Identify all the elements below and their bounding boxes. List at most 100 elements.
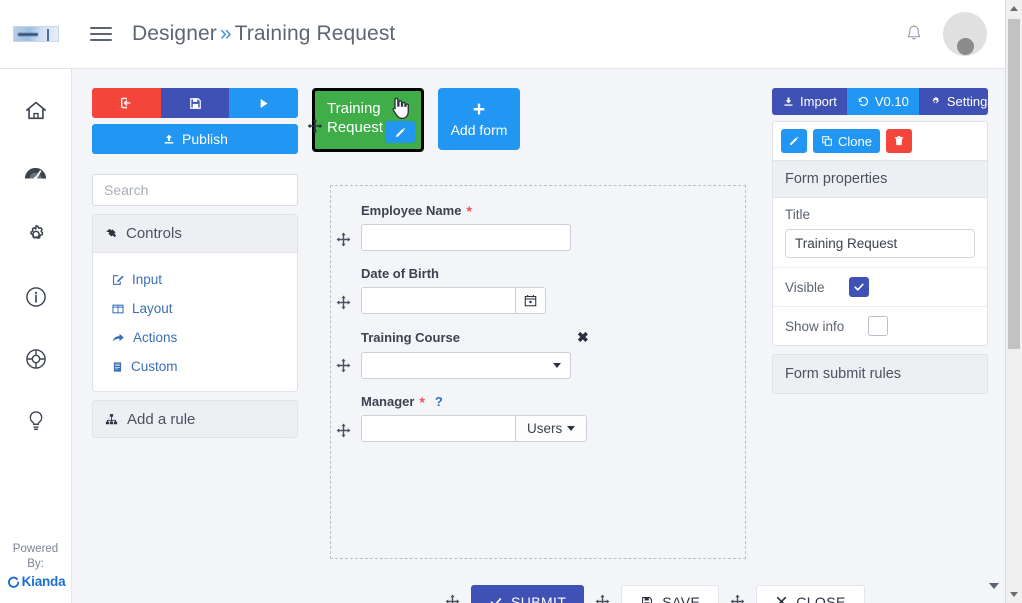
employee-name-input[interactable] xyxy=(361,224,571,251)
move-icon[interactable] xyxy=(444,593,461,603)
avatar-silhouette xyxy=(956,38,974,55)
search-input[interactable] xyxy=(102,181,287,199)
submit-button[interactable]: SUBMIT xyxy=(471,585,585,603)
breadcrumb-separator: » xyxy=(219,22,232,45)
exit-designer-button[interactable] xyxy=(92,88,161,118)
visible-property-row: Visible xyxy=(773,268,987,307)
browser-scrollbar[interactable] xyxy=(1005,0,1022,603)
dashboard-icon xyxy=(24,167,47,184)
add-form-button[interactable]: + Add form xyxy=(438,88,520,150)
edit-form-button[interactable] xyxy=(781,129,807,153)
logo-container xyxy=(0,26,72,42)
powered-by-block: Powered By: Kianda xyxy=(6,542,66,589)
close-label: CLOSE xyxy=(796,593,846,603)
scroll-up-button[interactable] xyxy=(1006,0,1022,17)
move-icon[interactable] xyxy=(335,231,352,248)
question-icon[interactable]: ? xyxy=(435,394,443,409)
top-header: Designer» Training Request xyxy=(0,0,1005,69)
manager-input[interactable] xyxy=(361,415,516,442)
kianda-brand[interactable]: Kianda xyxy=(6,574,66,589)
form-title-input[interactable] xyxy=(785,229,975,258)
version-button[interactable]: V0.10 xyxy=(846,88,919,115)
hamburger-icon[interactable] xyxy=(86,27,126,41)
control-category-input[interactable]: Input xyxy=(93,265,297,294)
bell-icon[interactable] xyxy=(903,22,925,46)
move-icon[interactable] xyxy=(594,593,611,603)
move-icon[interactable] xyxy=(335,294,352,311)
users-picker-button[interactable]: Users xyxy=(516,415,588,442)
floppy-disk-icon xyxy=(642,596,653,603)
control-category-custom[interactable]: Custom xyxy=(93,352,297,381)
close-button[interactable]: CLOSE xyxy=(756,585,865,603)
manager-group: Users xyxy=(361,415,745,442)
settings-button[interactable]: Settings xyxy=(918,88,988,115)
date-of-birth-input[interactable] xyxy=(361,287,516,314)
show-info-property-row: Show info xyxy=(773,307,987,345)
preview-run-button[interactable] xyxy=(229,88,298,118)
info-icon xyxy=(25,287,46,307)
close-icon xyxy=(777,596,787,603)
scroll-down-icon[interactable] xyxy=(988,581,1000,591)
control-category-actions[interactable]: Actions xyxy=(93,323,297,352)
upload-icon xyxy=(164,134,174,144)
import-button[interactable]: Import xyxy=(772,88,847,115)
sidebar-item-dashboard[interactable] xyxy=(14,151,58,195)
search-icon[interactable] xyxy=(287,183,288,198)
form-properties-panel: Import V0.10 Settings xyxy=(772,88,988,394)
clone-label: Clone xyxy=(838,133,872,149)
sidebar-item-support[interactable] xyxy=(14,337,58,381)
scroll-down-button[interactable] xyxy=(1006,586,1022,603)
date-picker-button[interactable] xyxy=(516,287,546,314)
import-label: Import xyxy=(800,94,837,109)
form-properties-title: Form properties xyxy=(773,160,987,198)
training-course-select[interactable] xyxy=(361,352,571,379)
form-tab-edit-button[interactable] xyxy=(385,121,415,143)
browser-scrollbar-thumb[interactable] xyxy=(1008,19,1020,349)
move-icon[interactable] xyxy=(306,117,324,135)
publish-button[interactable]: Publish xyxy=(92,124,298,154)
controls-panel-header[interactable]: Controls xyxy=(93,215,297,253)
kianda-brand-label: Kianda xyxy=(21,574,66,589)
move-icon[interactable] xyxy=(335,357,352,374)
sidebar-item-ideas[interactable] xyxy=(14,399,58,443)
control-category-layout[interactable]: Layout xyxy=(93,294,297,323)
sitemap-icon xyxy=(105,413,118,424)
form-submit-rules-section[interactable]: Form submit rules xyxy=(772,354,988,394)
form-tab-label: Training Request xyxy=(327,100,383,136)
controls-panel: Controls Input Layout Actions Custom xyxy=(92,214,298,392)
delete-form-button[interactable] xyxy=(885,129,912,153)
gear-icon xyxy=(29,225,43,240)
visible-label: Visible xyxy=(785,279,825,295)
avatar[interactable] xyxy=(943,12,987,56)
caret-down-icon xyxy=(567,426,576,431)
publish-label: Publish xyxy=(182,131,228,147)
play-icon xyxy=(260,98,268,108)
breadcrumb-designer[interactable]: Designer xyxy=(132,22,217,45)
move-icon[interactable] xyxy=(335,422,352,439)
powered-line-1: Powered xyxy=(12,543,59,555)
field-label-text: Training Course xyxy=(361,330,460,345)
show-info-checkbox[interactable] xyxy=(868,316,889,336)
title-property-row: Title xyxy=(773,198,987,268)
copy-icon xyxy=(822,136,832,146)
save-process-button[interactable] xyxy=(160,88,230,118)
sidebar-item-settings[interactable] xyxy=(14,213,58,257)
clone-form-button[interactable]: Clone xyxy=(813,129,880,153)
sidebar-item-info[interactable] xyxy=(14,275,58,319)
add-a-rule-label: Add a rule xyxy=(127,410,196,428)
kianda-logo-icon xyxy=(7,576,19,588)
save-button[interactable]: SAVE xyxy=(621,585,720,603)
field-label-text: Employee Name xyxy=(361,203,462,218)
form-tab-training-request[interactable]: Training Request xyxy=(307,88,424,152)
form-field-employee-name: Employee Name * xyxy=(331,203,745,251)
designer-workspace: Publish Controls xyxy=(72,69,1005,603)
form-canvas: Employee Name * Date of Birth Training C… xyxy=(330,185,746,559)
move-icon[interactable] xyxy=(729,593,746,603)
sidebar-item-home[interactable] xyxy=(14,89,58,133)
show-info-label: Show info xyxy=(785,318,845,334)
clear-field-icon[interactable]: ✖ xyxy=(577,329,589,346)
form-field-training-course: Training Course ✖ xyxy=(331,329,745,379)
pencil-square-icon xyxy=(113,274,124,285)
visible-checkbox[interactable] xyxy=(848,277,869,297)
add-a-rule-button[interactable]: Add a rule xyxy=(92,400,298,438)
